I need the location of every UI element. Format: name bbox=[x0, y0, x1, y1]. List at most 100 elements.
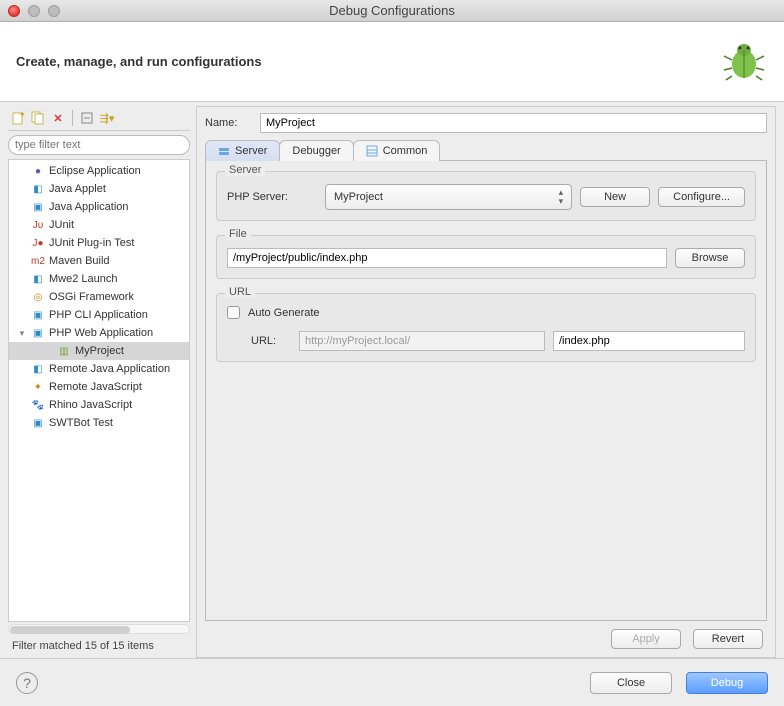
config-type-icon: ◧ bbox=[31, 182, 45, 196]
filter-menu-icon[interactable]: ⇶▾ bbox=[99, 110, 115, 126]
header-title: Create, manage, and run configurations bbox=[16, 54, 262, 69]
tree-item[interactable]: ◧ Mwe2 Launch bbox=[9, 270, 189, 288]
revert-button[interactable]: Revert bbox=[693, 629, 763, 649]
tab-content: Server PHP Server: MyProject ▴▾ New Conf… bbox=[205, 161, 767, 621]
tree-item[interactable]: ▣ PHP CLI Application bbox=[9, 306, 189, 324]
window-title: Debug Configurations bbox=[0, 3, 784, 18]
config-type-icon: ▣ bbox=[31, 308, 45, 322]
group-title: URL bbox=[225, 286, 255, 298]
php-server-select[interactable]: MyProject ▴▾ bbox=[325, 184, 572, 210]
file-group: File Browse bbox=[216, 235, 756, 279]
help-icon[interactable]: ? bbox=[16, 672, 38, 694]
horizontal-scrollbar[interactable] bbox=[8, 624, 190, 634]
configure-server-button[interactable]: Configure... bbox=[658, 187, 745, 207]
tree-item[interactable]: ◧ Java Applet bbox=[9, 180, 189, 198]
new-config-icon[interactable]: ✦ bbox=[10, 110, 26, 126]
browse-button[interactable]: Browse bbox=[675, 248, 745, 268]
tree-item-label: MyProject bbox=[75, 345, 124, 357]
config-toolbar: ✦ ✕ ⇶▾ bbox=[8, 106, 190, 131]
url-label: URL: bbox=[251, 335, 291, 347]
tab-debugger[interactable]: Debugger bbox=[279, 140, 353, 161]
group-title: File bbox=[225, 228, 251, 240]
config-type-icon: ● bbox=[31, 164, 45, 178]
tree-item-label: SWTBot Test bbox=[49, 417, 113, 429]
tree-item[interactable]: J● JUnit Plug-in Test bbox=[9, 234, 189, 252]
tree-item[interactable]: ▣ SWTBot Test bbox=[9, 414, 189, 432]
delete-config-icon[interactable]: ✕ bbox=[50, 110, 66, 126]
common-tab-icon bbox=[366, 145, 378, 157]
url-path-input[interactable] bbox=[553, 331, 745, 351]
dialog-footer: ? Close Debug bbox=[0, 658, 784, 706]
config-type-icon: Jᴜ bbox=[31, 218, 45, 232]
config-type-icon: ◎ bbox=[31, 290, 45, 304]
filter-status: Filter matched 15 of 15 items bbox=[8, 634, 190, 658]
url-base-input bbox=[299, 331, 545, 351]
auto-generate-checkbox[interactable] bbox=[227, 306, 240, 319]
tree-item-label: Java Applet bbox=[49, 183, 106, 195]
tree-item[interactable]: m2Maven Build bbox=[9, 252, 189, 270]
filter-input[interactable] bbox=[8, 135, 190, 155]
tree-item[interactable]: ● Eclipse Application bbox=[9, 162, 189, 180]
name-label: Name: bbox=[205, 117, 250, 129]
url-group: URL Auto Generate URL: bbox=[216, 293, 756, 362]
debug-bug-icon bbox=[720, 36, 768, 87]
tree-item[interactable]: ◧ Remote Java Application bbox=[9, 360, 189, 378]
right-panel: Name: Server Debugger Common Server PHP … bbox=[196, 106, 776, 658]
config-type-icon: ▣ bbox=[31, 326, 45, 340]
config-type-icon: J● bbox=[31, 236, 45, 250]
tree-item[interactable]: ▣ Java Application bbox=[9, 198, 189, 216]
tree-item-label: JUnit bbox=[49, 219, 74, 231]
tree-item[interactable]: Jᴜ JUnit bbox=[9, 216, 189, 234]
tree-item-label: Mwe2 Launch bbox=[49, 273, 118, 285]
tree-item[interactable]: ▥ MyProject bbox=[9, 342, 189, 360]
config-type-icon: ◧ bbox=[31, 362, 45, 376]
config-type-icon: m2 bbox=[31, 254, 45, 268]
config-tree[interactable]: ● Eclipse Application ◧ Java Applet ▣ Java Ap… bbox=[8, 159, 190, 622]
config-type-icon: ✦ bbox=[31, 380, 45, 394]
apply-button[interactable]: Apply bbox=[611, 629, 681, 649]
duplicate-config-icon[interactable] bbox=[30, 110, 46, 126]
tab-label: Common bbox=[383, 145, 428, 157]
group-title: Server bbox=[225, 164, 265, 176]
server-tab-icon bbox=[218, 145, 230, 157]
config-type-icon: ▣ bbox=[31, 200, 45, 214]
server-group: Server PHP Server: MyProject ▴▾ New Conf… bbox=[216, 171, 756, 221]
file-path-input[interactable] bbox=[227, 248, 667, 268]
tree-item[interactable]: ▼ ▣ PHP Web Application bbox=[9, 324, 189, 342]
titlebar: Debug Configurations bbox=[0, 0, 784, 22]
tree-item-label: PHP CLI Application bbox=[49, 309, 148, 321]
dialog-header: Create, manage, and run configurations bbox=[0, 22, 784, 102]
tree-item-label: Remote Java Application bbox=[49, 363, 170, 375]
tree-item[interactable]: ✦ Remote JavaScript bbox=[9, 378, 189, 396]
tree-item[interactable]: 🐾 Rhino JavaScript bbox=[9, 396, 189, 414]
tree-item-label: PHP Web Application bbox=[49, 327, 153, 339]
chevron-updown-icon: ▴▾ bbox=[559, 188, 564, 206]
auto-generate-label: Auto Generate bbox=[248, 307, 320, 319]
tree-item-label: Java Application bbox=[49, 201, 129, 213]
config-type-icon: ▥ bbox=[57, 344, 71, 358]
close-button[interactable]: Close bbox=[590, 672, 672, 694]
config-type-icon: ◧ bbox=[31, 272, 45, 286]
tab-bar: Server Debugger Common bbox=[205, 139, 767, 161]
tab-server[interactable]: Server bbox=[205, 140, 280, 161]
tab-common[interactable]: Common bbox=[353, 140, 441, 161]
tree-item-label: Remote JavaScript bbox=[49, 381, 142, 393]
tree-item-label: Eclipse Application bbox=[49, 165, 141, 177]
select-value: MyProject bbox=[334, 191, 383, 203]
tree-arrow-icon[interactable]: ▼ bbox=[17, 329, 27, 338]
tab-label: Debugger bbox=[292, 145, 340, 157]
php-server-label: PHP Server: bbox=[227, 191, 317, 203]
svg-text:✦: ✦ bbox=[19, 111, 25, 119]
new-server-button[interactable]: New bbox=[580, 187, 650, 207]
tree-item-label: Rhino JavaScript bbox=[49, 399, 132, 411]
tree-item[interactable]: ◎ OSGi Framework bbox=[9, 288, 189, 306]
debug-button[interactable]: Debug bbox=[686, 672, 768, 694]
left-panel: ✦ ✕ ⇶▾ ● Eclipse Application ◧ Java Applet ▣… bbox=[8, 106, 190, 658]
name-input[interactable] bbox=[260, 113, 767, 133]
tree-item-label: OSGi Framework bbox=[49, 291, 134, 303]
collapse-all-icon[interactable] bbox=[79, 110, 95, 126]
tab-label: Server bbox=[235, 145, 267, 157]
config-type-icon: ▣ bbox=[31, 416, 45, 430]
tree-item-label: JUnit Plug-in Test bbox=[49, 237, 134, 249]
config-type-icon: 🐾 bbox=[31, 398, 45, 412]
